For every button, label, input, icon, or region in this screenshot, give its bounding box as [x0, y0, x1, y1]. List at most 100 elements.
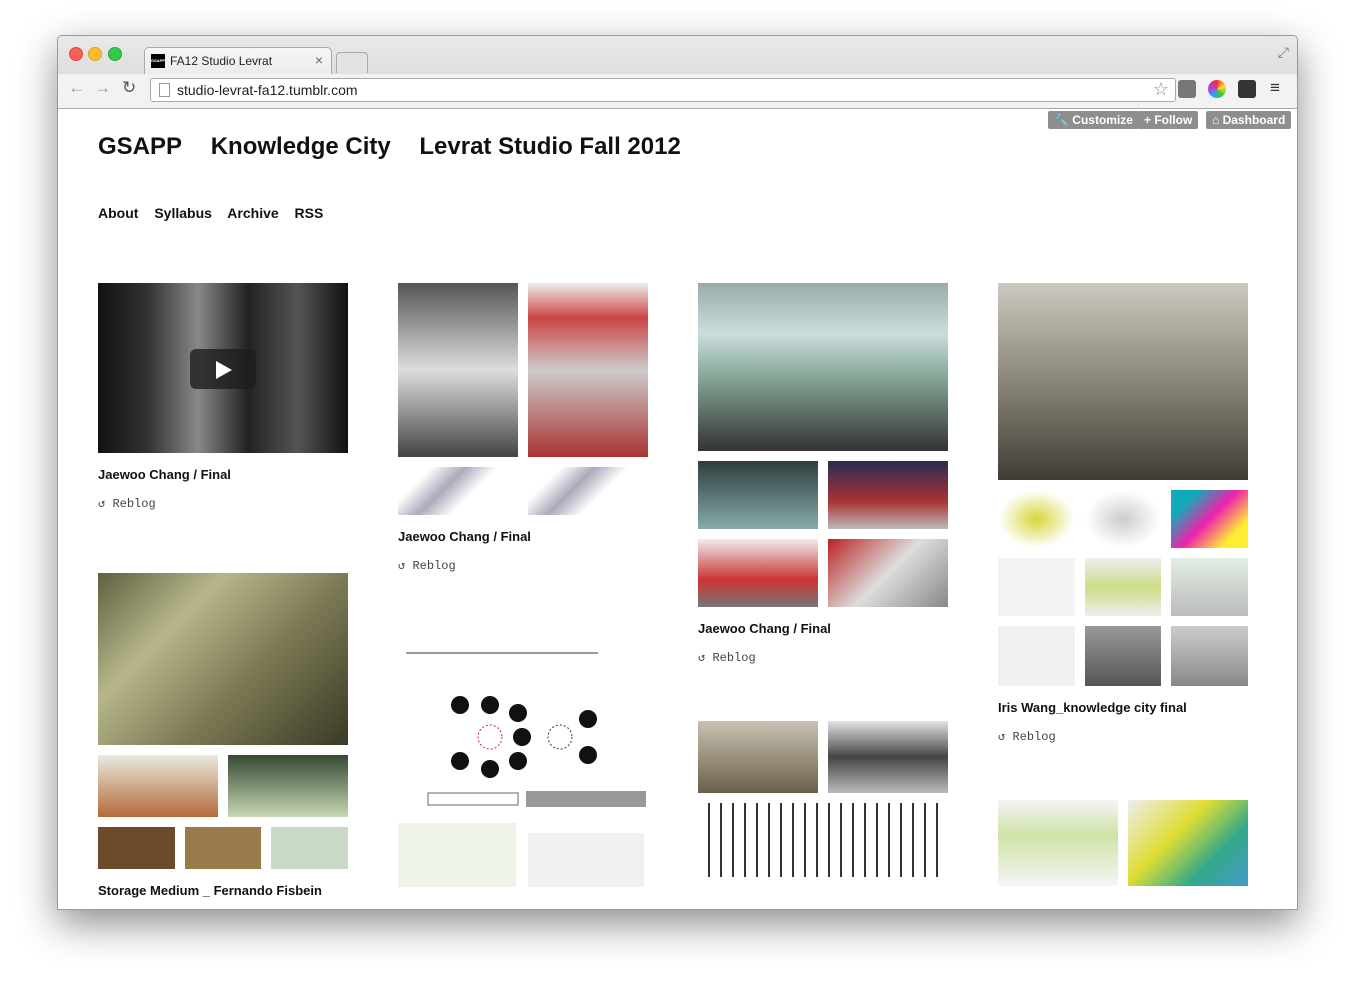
thumbnail[interactable]	[1171, 626, 1249, 686]
thumbnail[interactable]	[98, 827, 175, 869]
thumbnail[interactable]	[398, 467, 518, 515]
diagram-image[interactable]	[398, 633, 648, 898]
thumbnail[interactable]	[528, 283, 648, 457]
nav-rss[interactable]: RSS	[295, 205, 324, 221]
thumbnail[interactable]	[1128, 800, 1248, 886]
menu-icon[interactable]: ≡	[1270, 78, 1280, 98]
nav-about[interactable]: About	[98, 205, 138, 221]
minimize-window-button[interactable]	[88, 47, 102, 61]
image-row	[698, 539, 948, 607]
reblog-link[interactable]: ↺ Reblog	[998, 729, 1248, 744]
image-row	[698, 803, 948, 877]
bookmark-star-icon[interactable]: ☆	[1153, 79, 1169, 100]
image-row	[998, 800, 1248, 886]
thumbnail[interactable]	[828, 461, 948, 529]
reblog-icon: ↺	[698, 651, 713, 665]
browser-tab[interactable]: GSAPP FA12 Studio Levrat ×	[144, 47, 332, 74]
reblog-label: Reblog	[1012, 730, 1056, 744]
customize-button[interactable]: 🔧 Customize	[1048, 111, 1139, 129]
reblog-link[interactable]: ↺ Reblog	[398, 558, 648, 573]
favicon: GSAPP	[151, 54, 165, 68]
image-row	[998, 490, 1249, 548]
reblog-label: Reblog	[712, 651, 756, 665]
site-title[interactable]: Knowledge City	[211, 133, 391, 160]
thumbnail[interactable]	[228, 755, 348, 817]
post-title[interactable]: Jaewoo Chang / Final	[698, 621, 948, 636]
thumbnail[interactable]	[98, 755, 218, 817]
image-row	[398, 283, 648, 457]
thumbnail[interactable]	[998, 800, 1118, 886]
thumbnail[interactable]	[1084, 490, 1162, 548]
site-subtitle[interactable]: Levrat Studio Fall 2012	[419, 133, 680, 160]
url-text: studio-levrat-fa12.tumblr.com	[177, 82, 358, 98]
dashboard-button[interactable]: ⌂ Dashboard	[1206, 111, 1292, 129]
post-title[interactable]: Jaewoo Chang / Final	[98, 467, 348, 482]
thumbnail[interactable]	[398, 283, 518, 457]
video-thumbnail[interactable]	[98, 283, 348, 453]
thumbnail[interactable]	[184, 827, 262, 869]
address-bar[interactable]: studio-levrat-fa12.tumblr.com ☆	[150, 78, 1176, 102]
thumbnail[interactable]	[828, 721, 948, 793]
thumbnail[interactable]	[1171, 558, 1249, 616]
page-icon	[159, 83, 170, 97]
thumbnail[interactable]	[998, 626, 1075, 686]
nav-syllabus[interactable]: Syllabus	[154, 205, 212, 221]
reblog-link[interactable]: ↺ Reblog	[698, 650, 948, 665]
tab-title: FA12 Studio Levrat	[170, 54, 273, 68]
post-column-3: Jaewoo Chang / Final ↺ Reblog	[698, 283, 948, 877]
post-image[interactable]	[98, 573, 348, 745]
forward-icon[interactable]: →	[94, 78, 111, 98]
image-row	[398, 467, 648, 515]
reblog-icon: ↺	[998, 730, 1013, 744]
color-extension-icon[interactable]	[1208, 80, 1226, 98]
thumbnail[interactable]	[698, 721, 818, 793]
extension-icon[interactable]	[1178, 80, 1196, 98]
image-row	[98, 755, 348, 817]
reload-icon[interactable]: ↻	[122, 78, 136, 98]
image-row	[98, 827, 349, 869]
page-content: 🔧 Customize + Follow ⌂ Dashboard GSAPP K…	[58, 109, 1297, 909]
dashboard-label: Dashboard	[1222, 113, 1286, 127]
reblog-icon: ↺	[98, 497, 113, 511]
thumbnail[interactable]	[828, 539, 948, 607]
play-icon[interactable]	[190, 349, 256, 389]
follow-button[interactable]: + Follow	[1138, 111, 1199, 129]
new-tab-button[interactable]	[336, 52, 368, 73]
thumbnail[interactable]	[1084, 626, 1162, 686]
thumbnail[interactable]	[698, 461, 818, 529]
post-image[interactable]	[698, 283, 948, 451]
post-column-1: Jaewoo Chang / Final ↺ Reblog Storage Me…	[98, 283, 349, 898]
post-title[interactable]: Storage Medium _ Fernando Fisbein	[98, 883, 348, 898]
thumbnail[interactable]	[1171, 490, 1249, 548]
thumbnail[interactable]	[698, 539, 818, 607]
thumbnail[interactable]	[528, 467, 648, 515]
close-window-button[interactable]	[69, 47, 83, 61]
main-nav: About Syllabus Archive RSS	[98, 205, 335, 221]
brand-label[interactable]: GSAPP	[98, 133, 182, 160]
image-row	[998, 558, 1249, 616]
follow-label: Follow	[1154, 113, 1193, 127]
layers-icon[interactable]	[1238, 80, 1256, 98]
thumbnail[interactable]	[998, 558, 1075, 616]
post-column-2: Jaewoo Chang / Final ↺ Reblog	[398, 283, 648, 898]
thumbnail[interactable]	[698, 803, 948, 877]
fullscreen-icon[interactable]: ⤢	[1278, 44, 1289, 61]
nav-archive[interactable]: Archive	[227, 205, 278, 221]
image-row	[698, 461, 948, 529]
customize-label: Customize	[1072, 113, 1133, 127]
post-title[interactable]: Jaewoo Chang / Final	[398, 529, 648, 544]
site-header: GSAPP Knowledge City Levrat Studio Fall …	[98, 133, 703, 161]
thumbnail[interactable]	[998, 490, 1075, 548]
back-icon[interactable]: ←	[68, 78, 85, 98]
storage-medium-diagram	[398, 652, 646, 887]
post-image[interactable]	[998, 283, 1248, 480]
reblog-link[interactable]: ↺ Reblog	[98, 496, 348, 511]
reblog-label: Reblog	[112, 497, 156, 511]
browser-window: GSAPP FA12 Studio Levrat × ⤢ ← → ↻ studi…	[57, 35, 1298, 910]
maximize-window-button[interactable]	[108, 47, 122, 61]
reblog-icon: ↺	[398, 559, 413, 573]
tab-close-icon[interactable]: ×	[315, 52, 323, 68]
post-title[interactable]: Iris Wang_knowledge city final	[998, 700, 1248, 715]
thumbnail[interactable]	[1084, 558, 1162, 616]
thumbnail[interactable]	[271, 827, 349, 869]
